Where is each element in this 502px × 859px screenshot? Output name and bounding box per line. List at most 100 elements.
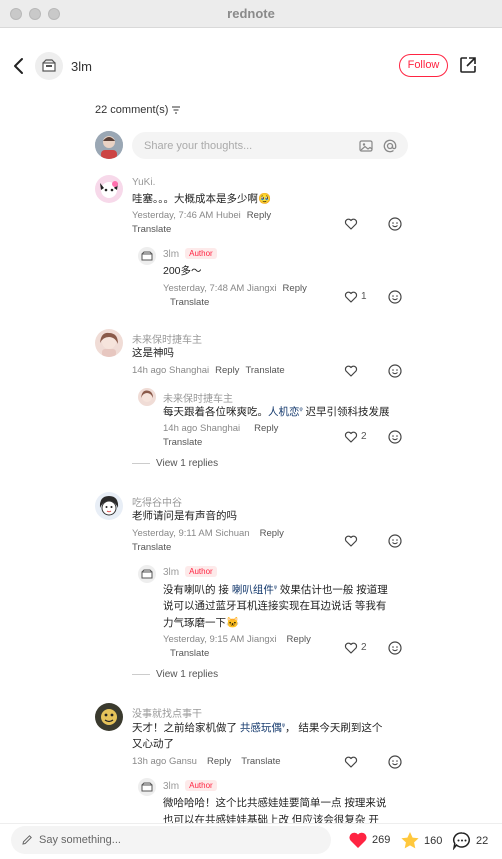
like-count: 1 <box>361 291 367 302</box>
comment-author[interactable]: 未来保时捷车主 <box>132 331 202 346</box>
reply-meta: Yesterday, 9:15 AM Jiangxi Reply <box>163 634 311 645</box>
say-something-input[interactable]: Say something... <box>11 826 331 854</box>
reply-time: Yesterday, 7:48 AM Jiangxi <box>163 283 277 294</box>
like-button[interactable]: 269 <box>348 831 390 849</box>
reply-button[interactable]: Reply <box>283 283 307 294</box>
mention-icon[interactable] <box>382 138 398 154</box>
reply-button[interactable]: Reply <box>215 365 239 376</box>
note-header: 3lm Follow <box>0 28 502 104</box>
share-icon[interactable] <box>458 55 478 75</box>
heart-icon[interactable] <box>344 641 358 655</box>
translate-button[interactable]: Translate <box>245 365 284 376</box>
topic-tag-link[interactable]: 共感玩偶ᵠ <box>240 722 285 734</box>
translate-button[interactable]: Translate <box>241 756 280 767</box>
commenter-avatar[interactable] <box>95 703 123 731</box>
comment-time: 14h ago Shanghai <box>132 365 210 376</box>
reply-author[interactable]: 未来保时捷车主 <box>163 390 233 405</box>
box-icon <box>141 251 153 261</box>
reply-text: 200多～ <box>163 265 202 277</box>
reply-avatar[interactable] <box>138 388 156 406</box>
image-icon[interactable] <box>358 138 374 154</box>
translate-button[interactable]: Translate <box>170 297 209 308</box>
my-avatar <box>95 131 123 159</box>
comment-input[interactable]: Share your thoughts... <box>132 132 408 159</box>
commenter-avatar[interactable] <box>95 175 123 203</box>
reply-time: Yesterday, 9:15 AM Jiangxi <box>163 634 277 645</box>
reply-avatar[interactable] <box>138 565 156 583</box>
reply-meta: Yesterday, 7:48 AM Jiangxi Reply <box>163 283 307 294</box>
window-title: rednote <box>227 6 275 21</box>
bottom-action-bar: Say something... 269 160 22 <box>0 823 502 859</box>
commenter-avatar[interactable] <box>95 329 123 357</box>
like-count: 2 <box>361 431 367 442</box>
translate-button[interactable]: Translate <box>170 648 209 659</box>
heart-icon[interactable] <box>344 217 358 231</box>
reply-text-line: 没有喇叭的 接 喇叭组件ᵠ 效果估计也一般 按道理 <box>163 582 388 597</box>
back-arrow-icon[interactable] <box>10 54 28 78</box>
emoji-icon[interactable] <box>388 430 402 444</box>
collect-count: 160 <box>424 834 443 847</box>
box-icon <box>42 59 56 72</box>
reply-button[interactable]: Reply <box>254 423 278 434</box>
comment-count-label: 22 comment(s) <box>95 104 169 116</box>
reply-author[interactable]: 3lm <box>163 781 179 792</box>
comment-time: Yesterday, 7:46 AM Hubei <box>132 210 241 221</box>
comment-meta: Yesterday, 9:11 AM Sichuan Reply <box>132 528 284 539</box>
emoji-icon[interactable] <box>388 641 402 655</box>
topic-tag: 喇叭组件 <box>231 584 274 596</box>
heart-icon[interactable] <box>344 430 358 444</box>
reply-button[interactable]: Reply <box>260 528 284 539</box>
sort-icon <box>172 106 181 114</box>
divider-line <box>132 674 150 675</box>
emoji-icon[interactable] <box>388 217 402 231</box>
reply-avatar[interactable] <box>138 778 156 796</box>
reply-text-line: 微哈哈哈！这个比共感娃娃要简单一点 按理来说 <box>163 797 387 809</box>
reply-author[interactable]: 3lm <box>163 567 179 578</box>
reply-author[interactable]: 3lm <box>163 249 179 260</box>
comment-text-line: 又心动了 <box>132 738 174 750</box>
collect-button[interactable]: 160 <box>400 831 442 850</box>
view-replies-button[interactable]: View 1 replies <box>132 669 218 680</box>
reply-button[interactable]: Reply <box>207 756 231 767</box>
like-count: 2 <box>361 642 367 653</box>
commenter-avatar[interactable] <box>95 492 123 520</box>
emoji-icon[interactable] <box>388 290 402 304</box>
heart-icon[interactable] <box>344 534 358 548</box>
translate-button[interactable]: Translate <box>132 224 171 235</box>
comments-button[interactable]: 22 <box>452 831 488 850</box>
heart-icon[interactable] <box>344 755 358 769</box>
reply-meta: 14h ago Shanghai Reply <box>163 423 278 434</box>
topic-tag-link[interactable]: 人机恋ᵠ <box>268 406 303 418</box>
comment-text-part: 天才！之前给家机做了 <box>132 722 240 734</box>
follow-button[interactable]: Follow <box>399 54 448 77</box>
view-replies-button[interactable]: View 1 replies <box>132 458 218 469</box>
heart-icon[interactable] <box>344 290 358 304</box>
comment-text: 老师请问是有声音的吗 <box>132 510 237 522</box>
comment-author[interactable]: 没事就找点事干 <box>132 705 202 720</box>
translate-button[interactable]: Translate <box>132 542 171 553</box>
emoji-icon[interactable] <box>388 755 402 769</box>
author-avatar[interactable] <box>35 52 63 80</box>
reply-avatar[interactable] <box>138 247 156 265</box>
reply-button[interactable]: Reply <box>247 210 271 221</box>
author-badge: Author <box>185 566 217 577</box>
emoji-icon[interactable] <box>388 364 402 378</box>
comment-meta: 13h ago Gansu Reply Translate <box>132 756 281 767</box>
like-count: 269 <box>372 834 391 846</box>
heart-icon[interactable] <box>344 364 358 378</box>
view-replies-label: View 1 replies <box>156 458 219 469</box>
filled-heart-icon <box>349 832 367 848</box>
comment-author[interactable]: YuKi. <box>132 177 155 188</box>
comment-text-part: ， 结果今天刷到这个 <box>285 722 383 734</box>
comment-text: 这是神吗 <box>132 347 174 359</box>
view-replies-label: View 1 replies <box>156 669 219 680</box>
author-username[interactable]: 3lm <box>71 59 92 74</box>
translate-button[interactable]: Translate <box>163 437 202 448</box>
comment-time: Yesterday, 9:11 AM Sichuan <box>132 528 250 539</box>
emoji-icon[interactable] <box>388 534 402 548</box>
comment-count[interactable]: 22 comment(s) <box>95 104 181 116</box>
reply-button[interactable]: Reply <box>287 634 311 645</box>
topic-tag-link[interactable]: 喇叭组件ᵠ <box>232 584 277 596</box>
reply-author-line: 3lm Author <box>163 566 217 578</box>
comment-author[interactable]: 吃得谷中谷 <box>132 494 182 509</box>
